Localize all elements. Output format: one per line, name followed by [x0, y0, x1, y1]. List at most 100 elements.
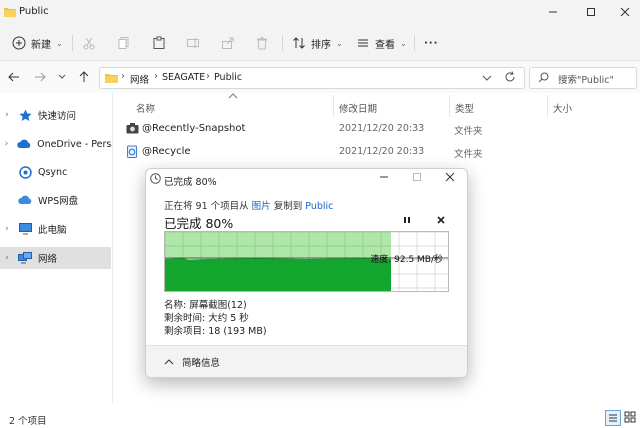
- search-icon: [538, 72, 549, 83]
- sidebar-item-label: 快速访问: [38, 111, 77, 122]
- time-remaining: 剩余时间: 大约 5 秒: [164, 313, 249, 324]
- title-bar: Public: [0, 0, 640, 26]
- recent-locations-button[interactable]: [57, 70, 67, 84]
- monitor-icon: [18, 222, 32, 236]
- chevron-down-icon: ⌄: [336, 38, 343, 48]
- rename-button[interactable]: [186, 33, 200, 53]
- sidebar-item-label: 此电脑: [38, 225, 67, 236]
- close-icon: [436, 215, 446, 225]
- copy-button[interactable]: [117, 33, 131, 53]
- paste-button[interactable]: [152, 33, 166, 53]
- grid-view-icon: [624, 411, 636, 423]
- speed-label: 速度: 92.5 MB/秒: [370, 255, 443, 265]
- sidebar-item-label: OneDrive - Personal: [37, 138, 111, 150]
- details-view-button[interactable]: [605, 410, 621, 426]
- copy-icon: [117, 36, 131, 50]
- column-divider[interactable]: [333, 95, 334, 117]
- address-dropdown-button[interactable]: [482, 72, 492, 84]
- clipboard-icon: [152, 36, 166, 50]
- sidebar-item-qsync[interactable]: Qsync: [0, 161, 111, 183]
- column-header-size[interactable]: 大小: [553, 101, 572, 115]
- arrow-right-icon: [33, 70, 47, 84]
- destination-link[interactable]: Public: [305, 201, 333, 212]
- copy-progress-dialog: 已完成 80% 正在将 91 个项目从 图片 复制到 Public 已完成 80…: [145, 168, 468, 378]
- dialog-maximize-button[interactable]: [412, 172, 422, 182]
- search-field[interactable]: 搜索"Public": [529, 67, 637, 89]
- sort-button[interactable]: 排序 ⌄: [292, 33, 343, 53]
- up-button[interactable]: [77, 70, 91, 84]
- trash-icon: [255, 36, 269, 50]
- navigation-bar: › 网络 › SEAGATE › Public 搜索"Public": [0, 61, 640, 93]
- minimize-button[interactable]: [538, 0, 568, 24]
- dialog-minimize-button[interactable]: [379, 172, 389, 182]
- pause-button[interactable]: [402, 215, 412, 225]
- recycle-icon: [126, 145, 138, 158]
- file-type: 文件夹: [454, 149, 483, 160]
- item-count: 2 个项目: [9, 416, 47, 427]
- transfer-speed-graph: 速度: 92.5 MB/秒: [164, 231, 449, 292]
- speed-area: [165, 258, 391, 291]
- view-button[interactable]: 查看 ⌄: [356, 33, 407, 53]
- breadcrumb-seagate[interactable]: SEAGATE: [162, 72, 205, 83]
- sidebar-item-onedrive[interactable]: › OneDrive - Personal: [0, 133, 111, 155]
- chevron-right-icon: ›: [4, 139, 9, 149]
- back-button[interactable]: [7, 70, 21, 84]
- tiles-view-button[interactable]: [624, 411, 636, 423]
- cancel-copy-button[interactable]: [436, 215, 446, 225]
- sync-icon: [18, 165, 32, 179]
- column-divider[interactable]: [449, 95, 450, 117]
- copy-description: 正在将 91 个项目从 图片 复制到 Public: [164, 198, 333, 212]
- folder-icon: [4, 6, 16, 17]
- cloud-icon: [17, 137, 31, 151]
- command-bar: 新建 ⌄ 排序 ⌄ 查看 ⌄ ···: [0, 26, 640, 61]
- fewer-details-button[interactable]: 简略信息: [164, 355, 220, 369]
- file-row[interactable]: @Recently-Snapshot 2021/12/20 20:33 文件夹: [118, 118, 638, 140]
- maximize-button[interactable]: [576, 0, 606, 24]
- share-button[interactable]: [221, 33, 235, 53]
- cut-button[interactable]: [82, 33, 96, 53]
- column-divider[interactable]: [547, 95, 548, 117]
- file-name: @Recycle: [142, 146, 191, 157]
- sidebar-item-label: 网络: [38, 254, 58, 265]
- chevron-right-icon: ›: [5, 110, 9, 120]
- close-button[interactable]: [610, 0, 640, 24]
- camera-folder-icon: [126, 122, 139, 134]
- sidebar-item-this-pc[interactable]: › 此电脑: [0, 218, 111, 240]
- sidebar-item-network[interactable]: › 网络: [0, 247, 111, 269]
- refresh-icon[interactable]: [504, 71, 516, 83]
- chevron-up-icon: [164, 358, 174, 366]
- column-header-date[interactable]: 修改日期: [339, 101, 377, 115]
- pane-divider[interactable]: [112, 93, 113, 403]
- new-button[interactable]: 新建 ⌄: [12, 33, 63, 53]
- sidebar-item-wps-drive[interactable]: WPS网盘: [0, 189, 111, 211]
- scissors-icon: [82, 36, 96, 50]
- breadcrumb-network[interactable]: 网络: [130, 72, 149, 86]
- progress-heading: 已完成 80%: [164, 216, 234, 231]
- forward-button[interactable]: [33, 70, 47, 84]
- column-header-type[interactable]: 类型: [455, 101, 474, 115]
- breadcrumb-public[interactable]: Public: [214, 72, 242, 83]
- arrow-up-icon: [77, 70, 91, 84]
- dialog-close-button[interactable]: [445, 172, 455, 182]
- arrow-left-icon: [7, 70, 21, 84]
- copy-action-text: 复制到: [273, 201, 303, 212]
- toolbar-divider: [414, 35, 415, 51]
- delete-button[interactable]: [255, 33, 269, 53]
- address-bar[interactable]: › 网络 › SEAGATE › Public: [99, 67, 525, 89]
- sort-ascending-indicator: [228, 93, 238, 99]
- file-row[interactable]: @Recycle 2021/12/20 20:33 文件夹: [118, 141, 638, 163]
- chevron-right-icon: ›: [5, 253, 9, 263]
- sidebar-item-quick-access[interactable]: › 快速访问: [0, 104, 111, 126]
- source-link[interactable]: 图片: [252, 201, 271, 212]
- search-placeholder: 搜索"Public": [558, 75, 614, 86]
- cloud-icon: [18, 193, 32, 207]
- dialog-title: 已完成 80%: [164, 177, 217, 188]
- more-options-button[interactable]: ···: [424, 33, 438, 53]
- sort-label: 排序: [311, 39, 331, 51]
- dialog-footer: 简略信息: [146, 345, 467, 377]
- column-header-name[interactable]: 名称: [136, 101, 155, 115]
- plus-icon: [12, 36, 26, 50]
- file-type: 文件夹: [454, 126, 483, 137]
- chevron-down-icon: ⌄: [56, 38, 63, 48]
- chevron-right-icon: ›: [5, 224, 9, 234]
